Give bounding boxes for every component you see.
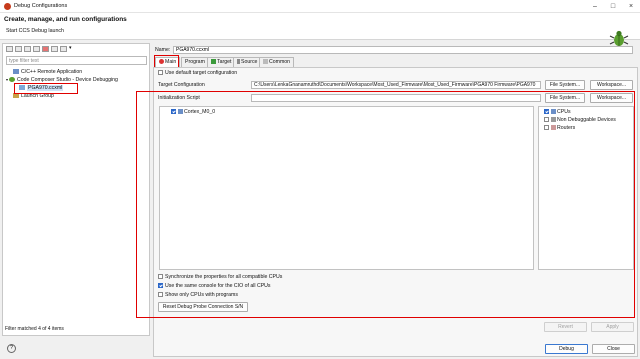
export-icon[interactable]	[24, 46, 31, 52]
header-title: Create, manage, and run configurations	[4, 16, 127, 23]
source-tab-icon	[237, 59, 240, 65]
device-icon	[551, 117, 556, 123]
target-workspace-button[interactable]: Workspace...	[590, 80, 633, 90]
title-bar: Debug Configurations – □ ×	[0, 0, 640, 13]
option-same-console[interactable]: Use the same console for the CIO of all …	[158, 283, 271, 289]
help-icon[interactable]: ?	[7, 344, 16, 353]
init-script-field[interactable]	[251, 94, 541, 102]
filter-icon[interactable]	[60, 46, 67, 52]
tree-item-pga970[interactable]: PGA970.ccxml	[5, 84, 147, 92]
new-prototype-icon[interactable]	[15, 46, 22, 52]
non-debuggable-checkbox[interactable]	[544, 117, 549, 123]
cpu-icon	[178, 109, 183, 115]
duplicate-icon[interactable]	[33, 46, 40, 52]
option-show-only-cpus[interactable]: Show only CPUs with programs	[158, 292, 238, 298]
close-icon[interactable]: ×	[622, 0, 640, 13]
reset-debug-probe-button[interactable]: Reset Debug Probe Connection S/N	[158, 302, 248, 312]
cpu-filter-list: CPUs Non Debuggable Devices Routers	[538, 106, 634, 270]
window-title: Debug Configurations	[14, 3, 68, 9]
maximize-icon[interactable]: □	[604, 0, 622, 13]
tree-item-launch-group[interactable]: Launch Group	[5, 92, 147, 100]
synchronize-checkbox[interactable]	[158, 274, 163, 280]
name-label: Name:	[155, 47, 171, 53]
new-config-icon[interactable]	[6, 46, 13, 52]
chevron-down-icon[interactable]: ▾	[6, 77, 8, 82]
cpp-app-icon	[13, 69, 19, 75]
common-tab-icon	[263, 59, 268, 65]
ccxml-icon	[19, 85, 25, 91]
filter-input[interactable]: type filter text	[6, 56, 147, 65]
tab-common[interactable]: Common	[259, 57, 295, 67]
collapse-all-icon[interactable]	[51, 46, 58, 52]
tree-item-ccs-device-debugging[interactable]: ▾ Code Composer Studio - Device Debugging	[5, 76, 147, 84]
minimize-icon[interactable]: –	[586, 0, 604, 13]
config-tree: C/C++ Remote Application ▾ Code Composer …	[5, 68, 147, 100]
configuration-editor: Name: Main Program Target Source Common …	[136, 43, 638, 357]
cpu-item-cortex-m0[interactable]: Cortex_M0_0	[171, 109, 215, 115]
cpus-checkbox[interactable]	[544, 109, 549, 115]
tree-item-cpp-remote[interactable]: C/C++ Remote Application	[5, 68, 147, 76]
init-script-label: Initialization Script	[158, 95, 200, 101]
dialog-header: Create, manage, and run configurations S…	[0, 13, 640, 46]
apply-button[interactable]: Apply	[591, 322, 634, 332]
launch-group-icon	[13, 93, 19, 99]
init-workspace-button[interactable]: Workspace...	[590, 93, 633, 103]
init-file-system-button[interactable]: File System...	[545, 93, 585, 103]
filter-cpus[interactable]: CPUs	[544, 109, 571, 115]
option-synchronize[interactable]: Synchronize the properties for all compa…	[158, 274, 282, 280]
use-default-target-checkbox[interactable]	[158, 70, 163, 76]
target-tab-icon	[211, 59, 216, 65]
use-default-target-option[interactable]: Use default target configuration	[158, 70, 237, 76]
show-only-cpus-checkbox[interactable]	[158, 292, 163, 298]
header-subtitle: Start CCS Debug launch	[6, 28, 65, 34]
routers-checkbox[interactable]	[544, 125, 549, 131]
tab-source[interactable]: Source	[233, 57, 262, 67]
debug-group-icon	[9, 77, 16, 83]
filter-non-debuggable[interactable]: Non Debuggable Devices	[544, 117, 616, 123]
tab-target[interactable]: Target	[207, 57, 236, 67]
configuration-tree-pane: ▾ type filter text C/C++ Remote Applicat…	[2, 43, 150, 336]
cpus-icon	[551, 109, 556, 115]
main-tab-icon	[159, 59, 164, 65]
cortex-m0-checkbox[interactable]	[171, 109, 176, 115]
same-console-checkbox[interactable]	[158, 283, 163, 289]
main-tab-panel: Use default target configuration Target …	[153, 67, 638, 357]
app-icon	[4, 3, 11, 10]
name-input[interactable]	[173, 46, 633, 54]
close-button[interactable]: Close	[592, 344, 635, 354]
target-file-system-button[interactable]: File System...	[545, 80, 585, 90]
target-config-field[interactable]: C:\Users\LenkaGnanamruthd\Documents\Work…	[251, 81, 541, 89]
filter-status: Filter matched 4 of 4 items	[5, 326, 64, 332]
router-icon	[551, 125, 556, 131]
cpu-list: Cortex_M0_0	[159, 106, 534, 270]
tab-program[interactable]: Program	[181, 57, 209, 67]
filter-routers[interactable]: Routers	[544, 125, 575, 131]
delete-icon[interactable]	[42, 46, 49, 52]
revert-button[interactable]: Revert	[544, 322, 587, 332]
chevron-down-icon[interactable]: ▾	[69, 45, 72, 51]
debug-button[interactable]: Debug	[545, 344, 588, 354]
target-config-label: Target Configuration	[158, 82, 205, 88]
